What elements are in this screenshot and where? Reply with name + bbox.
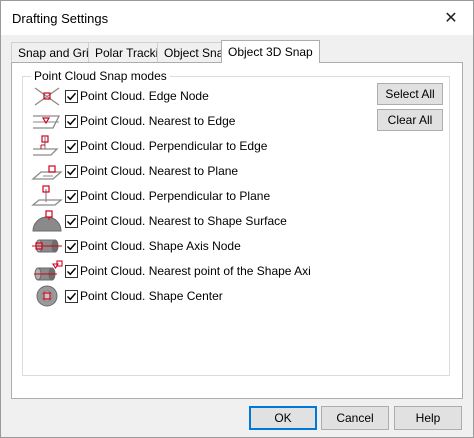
checkmark-icon [66, 167, 77, 175]
edge-node-checkbox[interactable] [65, 89, 78, 103]
cancel-button[interactable]: Cancel [321, 406, 389, 430]
shape-axis-node-checkbox[interactable] [65, 239, 78, 253]
drafting-settings-dialog: Drafting Settings ✕ Snap and Grid Polar … [0, 0, 474, 438]
nearest-to-edge-icon [33, 115, 61, 129]
snap-row-perpendicular-to-edge: Point Cloud. Perpendicular to Edge [31, 135, 267, 157]
nearest-point-shape-axis-label: Point Cloud. Nearest point of the Shape … [80, 264, 311, 278]
nearest-to-shape-surface-icon [32, 210, 62, 232]
checkmark-icon [66, 217, 77, 225]
snap-row-nearest-point-shape-axis: Point Cloud. Nearest point of the Shape … [31, 260, 311, 282]
shape-axis-node-icon [32, 239, 62, 253]
checkmark-icon [66, 192, 77, 200]
shape-axis-node-label: Point Cloud. Shape Axis Node [80, 239, 241, 253]
shape-center-checkbox[interactable] [65, 289, 78, 303]
checkmark-icon [66, 292, 77, 300]
perpendicular-to-plane-checkbox[interactable] [65, 189, 78, 203]
checkmark-icon [66, 92, 77, 100]
snap-row-edge-node: Point Cloud. Edge Node [31, 85, 209, 107]
nearest-to-plane-icon [31, 165, 63, 180]
dialog-footer: OK Cancel Help [1, 406, 473, 430]
point-cloud-snap-group: Point Cloud Snap modes Point Cloud. Edge… [22, 69, 450, 376]
close-icon: ✕ [444, 10, 458, 27]
close-button[interactable]: ✕ [429, 1, 473, 35]
nearest-to-shape-surface-checkbox[interactable] [65, 214, 78, 228]
tab-object-3d-snap[interactable]: Object 3D Snap [221, 40, 320, 63]
snap-row-shape-center: Point Cloud. Shape Center [31, 285, 223, 307]
perpendicular-to-plane-icon [31, 185, 63, 206]
nearest-to-edge-label: Point Cloud. Nearest to Edge [80, 114, 236, 128]
snap-row-nearest-to-edge: Point Cloud. Nearest to Edge [31, 110, 235, 132]
snap-row-nearest-to-plane: Point Cloud. Nearest to Plane [31, 160, 238, 182]
tab-panel: Point Cloud Snap modes Point Cloud. Edge… [11, 62, 463, 399]
nearest-point-shape-axis-icon [34, 260, 63, 281]
snap-row-shape-axis-node: Point Cloud. Shape Axis Node [31, 235, 241, 257]
checkmark-icon [66, 142, 77, 150]
perpendicular-to-plane-label: Point Cloud. Perpendicular to Plane [80, 189, 271, 203]
ok-button[interactable]: OK [249, 406, 317, 430]
dialog-title: Drafting Settings [12, 11, 109, 26]
nearest-point-shape-axis-checkbox[interactable] [65, 264, 78, 278]
group-legend: Point Cloud Snap modes [31, 69, 170, 83]
shape-center-label: Point Cloud. Shape Center [80, 289, 223, 303]
snap-row-nearest-to-shape-surface: Point Cloud. Nearest to Shape Surface [31, 210, 287, 232]
perpendicular-to-edge-label: Point Cloud. Perpendicular to Edge [80, 139, 268, 153]
nearest-to-edge-checkbox[interactable] [65, 114, 78, 128]
perpendicular-to-edge-icon [33, 135, 59, 156]
title-bar: Drafting Settings ✕ [1, 1, 473, 35]
nearest-to-shape-surface-label: Point Cloud. Nearest to Shape Surface [80, 214, 287, 228]
tab-strip: Snap and Grid Polar Tracking Object Snap… [11, 40, 471, 63]
nearest-to-plane-checkbox[interactable] [65, 164, 78, 178]
checkmark-icon [66, 267, 77, 275]
perpendicular-to-edge-checkbox[interactable] [65, 139, 78, 153]
nearest-to-plane-label: Point Cloud. Nearest to Plane [80, 164, 239, 178]
shape-center-icon [36, 285, 58, 307]
clear-all-button[interactable]: Clear All [377, 109, 443, 131]
edge-node-icon [34, 87, 60, 106]
checkmark-icon [66, 242, 77, 250]
select-all-button[interactable]: Select All [377, 83, 443, 105]
snap-row-perpendicular-to-plane: Point Cloud. Perpendicular to Plane [31, 185, 270, 207]
checkmark-icon [66, 117, 77, 125]
edge-node-label: Point Cloud. Edge Node [80, 89, 209, 103]
help-button[interactable]: Help [394, 406, 462, 430]
